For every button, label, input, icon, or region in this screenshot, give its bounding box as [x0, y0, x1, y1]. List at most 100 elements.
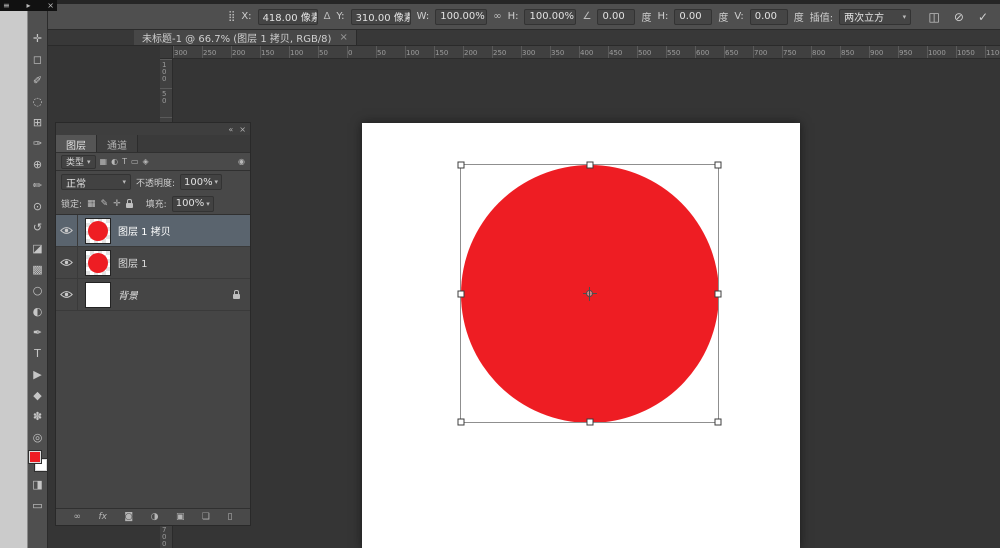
crop-tool[interactable]: ⊞	[28, 112, 48, 133]
eraser-tool[interactable]: ◪	[28, 238, 48, 259]
layer-name[interactable]: 图层 1	[118, 255, 148, 270]
collapse-panel-icon[interactable]: «	[228, 125, 233, 134]
ruler-label: 800	[812, 49, 825, 57]
layer-visibility-toggle[interactable]	[56, 215, 78, 246]
layer-mask-icon[interactable]: ◙	[124, 509, 133, 525]
layer-name[interactable]: 图层 1 拷贝	[118, 223, 171, 238]
pen-tool[interactable]: ✒	[28, 322, 48, 343]
layer-row-background[interactable]: 背景	[56, 279, 250, 311]
fill-dropdown[interactable]: 100% ▾	[172, 196, 214, 212]
link-dimensions-icon[interactable]: ∞	[493, 11, 501, 22]
tab-layers[interactable]: 图层	[56, 135, 97, 152]
blur-tool[interactable]: ○	[28, 280, 48, 301]
free-transform-bounding-box[interactable]	[460, 164, 719, 423]
clone-stamp-tool[interactable]: ⊙	[28, 196, 48, 217]
transform-handle-sw[interactable]	[458, 419, 465, 426]
height-field[interactable]: 100.00%	[524, 9, 576, 25]
marquee-tool[interactable]: ◻	[28, 49, 48, 70]
brush-tool[interactable]: ✏	[28, 175, 48, 196]
transform-handle-se[interactable]	[715, 419, 722, 426]
transform-handle-ne[interactable]	[715, 162, 722, 169]
rotation-field[interactable]: 0.00	[597, 9, 635, 25]
eyedropper-tool[interactable]: ✑	[28, 133, 48, 154]
shape-tool[interactable]: ◆	[28, 385, 48, 406]
skew-v-field[interactable]: 0.00	[750, 9, 788, 25]
layer-row-layer-1[interactable]: 图层 1	[56, 247, 250, 279]
transform-handle-nw[interactable]	[458, 162, 465, 169]
type-layer-filter-icon[interactable]: T	[122, 157, 127, 166]
layer-group-icon[interactable]: ▣	[176, 509, 185, 525]
menu-icon[interactable]: ≡	[3, 1, 10, 11]
transform-handle-s[interactable]	[586, 419, 593, 426]
skew-h-field[interactable]: 0.00	[674, 9, 712, 25]
lasso-tool[interactable]: ✐	[28, 70, 48, 91]
lock-all-icon[interactable]	[126, 203, 133, 208]
close-panel-icon[interactable]: ×	[239, 125, 246, 134]
adjustment-layer-filter-icon[interactable]: ◐	[111, 157, 118, 166]
warp-mode-toggle-icon[interactable]: ◫	[929, 10, 940, 24]
x-position-field[interactable]: 418.00 像素	[258, 9, 318, 25]
link-layers-icon[interactable]: ∞	[73, 509, 81, 525]
y-position-field[interactable]: 310.00 像素	[351, 9, 411, 25]
ruler-origin-corner[interactable]	[160, 46, 173, 59]
blend-mode-dropdown[interactable]: 正常 ▾	[61, 174, 131, 190]
delete-layer-icon[interactable]: ▯	[227, 509, 232, 525]
layer-row-layer-1-copy[interactable]: 图层 1 拷贝	[56, 215, 250, 247]
healing-brush-tool[interactable]: ⊕	[28, 154, 48, 175]
relative-position-icon[interactable]: Δ	[324, 11, 331, 22]
mini-window-bar[interactable]: ≡ ▸ ×	[0, 0, 57, 11]
shape-layer-filter-icon[interactable]: ▭	[131, 157, 139, 166]
transform-handle-e[interactable]	[715, 290, 722, 297]
layer-visibility-toggle[interactable]	[56, 279, 78, 310]
cancel-transform-button[interactable]: ⊘	[954, 10, 964, 24]
close-icon[interactable]: ×	[47, 1, 54, 11]
layer-visibility-toggle[interactable]	[56, 247, 78, 278]
ruler-label: 300	[174, 49, 187, 57]
lock-position-icon[interactable]: ✛	[113, 199, 121, 209]
filter-toggle-icon[interactable]: ◉	[238, 157, 245, 166]
opacity-dropdown[interactable]: 100% ▾	[180, 174, 222, 190]
smart-object-filter-icon[interactable]: ◈	[143, 157, 149, 166]
horizontal-ruler[interactable]: 3002502001501005005010015020025030035040…	[160, 46, 1000, 59]
transform-reference-point[interactable]	[583, 287, 597, 301]
transform-handle-w[interactable]	[458, 290, 465, 297]
quick-mask-button[interactable]: ◨	[28, 474, 48, 495]
commit-transform-button[interactable]: ✓	[978, 10, 988, 24]
lock-image-pixels-icon[interactable]: ✎	[101, 199, 109, 209]
hand-tool[interactable]: ✽	[28, 406, 48, 427]
gradient-tool[interactable]: ▩	[28, 259, 48, 280]
chevron-down-icon: ▾	[122, 178, 126, 186]
width-field[interactable]: 100.00%	[435, 9, 487, 25]
new-layer-icon[interactable]: ❏	[202, 509, 210, 525]
layer-name[interactable]: 背景	[118, 287, 138, 302]
ruler-label: 150	[261, 49, 274, 57]
layer-thumbnail[interactable]	[85, 250, 111, 276]
zoom-tool[interactable]: ◎	[28, 427, 48, 448]
close-document-icon[interactable]: ×	[339, 32, 347, 43]
history-brush-tool[interactable]: ↺	[28, 217, 48, 238]
type-tool[interactable]: T	[28, 343, 48, 364]
arrow-icon[interactable]: ▸	[26, 1, 30, 11]
panel-tabs: 图层 通道	[56, 135, 250, 152]
color-swatches[interactable]	[28, 450, 48, 474]
path-selection-tool[interactable]: ▶	[28, 364, 48, 385]
move-tool[interactable]: ✛	[28, 28, 48, 49]
tools-panel[interactable]: ✛◻✐◌⊞✑⊕✏⊙↺◪▩○◐✒T▶◆✽◎ ◨▭	[28, 0, 48, 548]
interpolation-dropdown[interactable]: 两次立方 ▾	[839, 9, 911, 25]
reference-point-locator-icon[interactable]: ⣿	[228, 11, 235, 22]
dodge-tool[interactable]: ◐	[28, 301, 48, 322]
skew-h-unit-label: 度	[718, 9, 728, 24]
layer-filter-type-dropdown[interactable]: 类型 ▾	[61, 155, 96, 169]
adjustment-layer-icon[interactable]: ◑	[151, 509, 159, 525]
document-tab[interactable]: 未标题-1 @ 66.7% (图层 1 拷贝, RGB/8) ×	[134, 30, 357, 45]
quick-selection-tool[interactable]: ◌	[28, 91, 48, 112]
transform-handle-n[interactable]	[586, 162, 593, 169]
screen-mode-button[interactable]: ▭	[28, 495, 48, 516]
foreground-color-swatch[interactable]	[29, 451, 41, 463]
layer-style-icon[interactable]: fx	[98, 509, 107, 525]
lock-transparent-pixels-icon[interactable]: ▦	[87, 199, 96, 209]
pixel-layer-filter-icon[interactable]: ▦	[100, 157, 108, 166]
layer-thumbnail[interactable]	[85, 282, 111, 308]
tab-channels[interactable]: 通道	[97, 135, 138, 152]
layer-thumbnail[interactable]	[85, 218, 111, 244]
